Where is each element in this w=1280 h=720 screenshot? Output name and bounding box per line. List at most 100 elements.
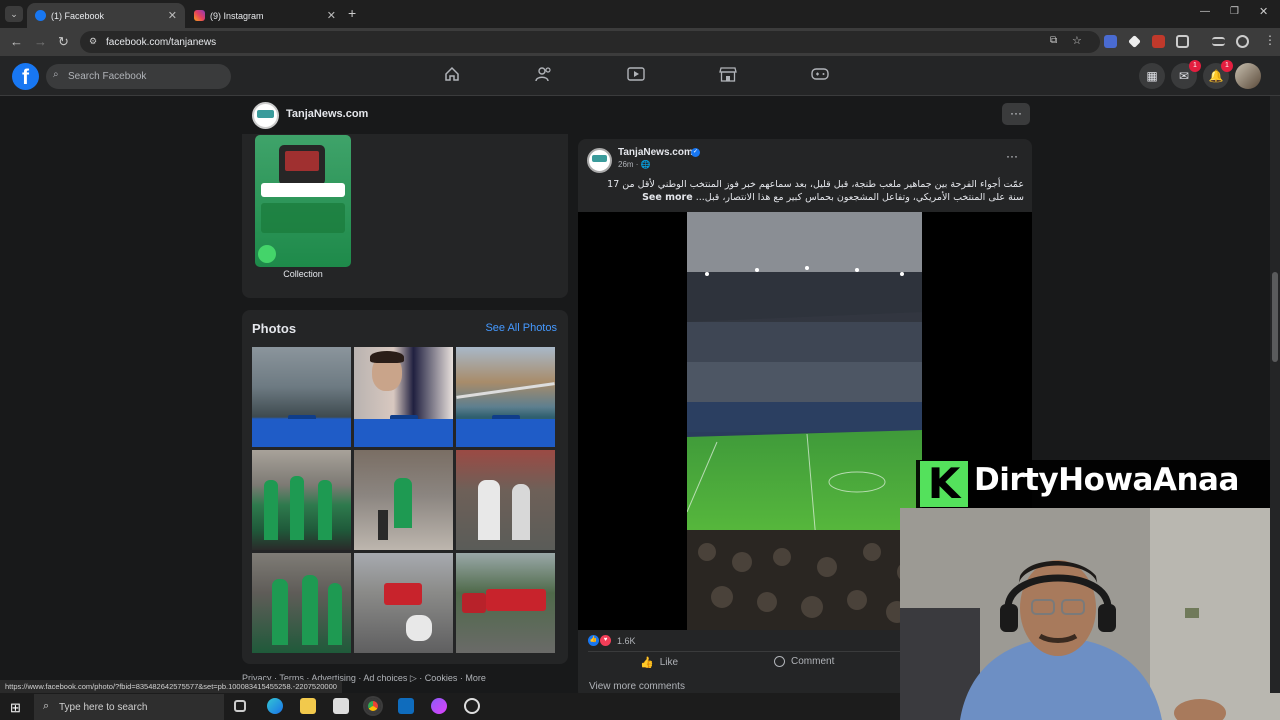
comment-icon bbox=[774, 656, 785, 667]
whatsapp-icon bbox=[258, 245, 276, 263]
page-name[interactable]: TanjaNews.com bbox=[286, 108, 368, 120]
search-placeholder: Search Facebook bbox=[68, 71, 147, 82]
photo-thumbnail[interactable] bbox=[252, 347, 351, 447]
post-author-avatar[interactable] bbox=[587, 148, 612, 173]
post-options-icon[interactable]: ··· bbox=[1006, 149, 1018, 163]
browser-tab-bar: ⌄ (1) Facebook ✕ (9) Instagram ✕ + — ❐ ✕ bbox=[0, 0, 1280, 28]
post-author-name[interactable]: TanjaNews.com bbox=[618, 147, 693, 158]
comment-button[interactable]: Comment bbox=[774, 656, 834, 667]
tab-title: (9) Instagram bbox=[210, 10, 264, 21]
photo-thumbnail[interactable] bbox=[354, 450, 453, 550]
taskbar-search-placeholder: Type here to search bbox=[59, 701, 148, 713]
messenger-button[interactable]: ✉ 1 bbox=[1171, 60, 1201, 89]
notifications-badge: 1 bbox=[1221, 60, 1233, 72]
photo-thumbnail[interactable] bbox=[456, 450, 555, 550]
profile-icon[interactable] bbox=[1236, 35, 1249, 48]
kick-logo: K bbox=[920, 461, 968, 507]
home-icon[interactable] bbox=[442, 66, 462, 86]
reload-button[interactable]: ↻ bbox=[58, 34, 69, 50]
page-more-button[interactable]: ··· bbox=[1002, 103, 1030, 125]
photo-thumbnail[interactable] bbox=[456, 347, 555, 447]
tab-title: (1) Facebook bbox=[51, 10, 105, 21]
see-all-photos-link[interactable]: See All Photos bbox=[485, 322, 557, 334]
page-sticky-header: TanjaNews.com ··· bbox=[242, 96, 1038, 134]
browser-toolbar: ← → ↻ ⚙ facebook.com/tanjanews ⧉ ☆ ⋮ bbox=[0, 28, 1280, 56]
page-logo[interactable] bbox=[252, 102, 279, 129]
app-icon[interactable] bbox=[431, 698, 447, 714]
like-reaction-icon: 👍 bbox=[588, 635, 599, 646]
install-icon[interactable]: ⧉ bbox=[1050, 35, 1057, 46]
status-bar-url: https://www.facebook.com/photo/?fbid=835… bbox=[0, 680, 342, 693]
see-more-link[interactable]: See more bbox=[642, 192, 693, 203]
reactions-summary[interactable]: 👍 ♥ 1.6K bbox=[588, 635, 636, 646]
messenger-icon: ✉ bbox=[1178, 69, 1190, 83]
gaming-icon[interactable] bbox=[810, 66, 830, 86]
close-tab-icon[interactable]: ✕ bbox=[168, 9, 177, 22]
watch-icon[interactable] bbox=[626, 66, 646, 86]
windows-start-icon[interactable]: ⊞ bbox=[10, 700, 21, 716]
translate-extension-icon[interactable] bbox=[1104, 35, 1117, 48]
search-input[interactable]: ⌕ Search Facebook bbox=[46, 64, 231, 89]
edge-icon[interactable] bbox=[267, 698, 283, 714]
url-text: facebook.com/tanjanews bbox=[106, 36, 217, 48]
channel-name: DirtyHowaAnaa bbox=[974, 462, 1239, 498]
site-info-icon[interactable]: ⚙ bbox=[89, 36, 97, 47]
search-icon: ⌕ bbox=[53, 69, 59, 80]
tab-instagram[interactable]: (9) Instagram ✕ bbox=[186, 3, 344, 28]
minimize-button[interactable]: — bbox=[1200, 6, 1210, 17]
post-timestamp[interactable]: 26m · 🌐 bbox=[618, 160, 651, 169]
extension-icon[interactable] bbox=[1152, 35, 1165, 48]
marketplace-icon[interactable] bbox=[718, 66, 738, 86]
address-bar[interactable]: ⚙ facebook.com/tanjanews ⧉ ☆ bbox=[80, 31, 1100, 53]
stadium-image bbox=[687, 212, 922, 630]
windows-taskbar: ⊞ ⌕ Type here to search bbox=[0, 693, 900, 720]
obs-icon[interactable] bbox=[464, 698, 480, 714]
photo-caption bbox=[456, 419, 555, 447]
photo-thumbnail[interactable] bbox=[456, 553, 555, 653]
tab-facebook[interactable]: (1) Facebook ✕ bbox=[27, 3, 185, 28]
collection-label[interactable]: Collection bbox=[255, 269, 351, 279]
outlook-icon[interactable] bbox=[398, 698, 414, 714]
photo-caption bbox=[252, 419, 351, 447]
chrome-icon[interactable] bbox=[365, 698, 381, 714]
facebook-icon bbox=[35, 10, 46, 21]
file-explorer-icon[interactable] bbox=[300, 698, 316, 714]
facebook-logo[interactable]: f bbox=[12, 63, 39, 90]
instagram-icon bbox=[194, 10, 205, 21]
close-tab-icon[interactable]: ✕ bbox=[327, 9, 336, 22]
view-more-comments-link[interactable]: View more comments bbox=[589, 681, 685, 692]
page-scrollbar-track[interactable] bbox=[1270, 96, 1280, 693]
friends-icon[interactable] bbox=[534, 66, 554, 86]
back-button[interactable]: ← bbox=[10, 34, 23, 49]
verified-badge-icon: ✓ bbox=[691, 148, 700, 157]
photo-thumbnail[interactable] bbox=[252, 553, 351, 653]
collection-card: Collection bbox=[242, 134, 568, 298]
store-icon[interactable] bbox=[333, 698, 349, 714]
page-scrollbar-thumb[interactable] bbox=[1272, 272, 1278, 362]
tab-search-dropdown[interactable]: ⌄ bbox=[5, 6, 23, 22]
collection-thumbnail[interactable] bbox=[255, 135, 351, 267]
taskbar-search-input[interactable]: ⌕ Type here to search bbox=[34, 694, 224, 720]
reactions-count: 1.6K bbox=[617, 635, 636, 646]
browser-menu-icon[interactable]: ⋮ bbox=[1264, 33, 1276, 47]
messenger-badge: 1 bbox=[1189, 60, 1201, 72]
photo-thumbnail[interactable] bbox=[354, 347, 453, 447]
extension-icon[interactable] bbox=[1128, 35, 1141, 48]
photos-title[interactable]: Photos bbox=[252, 321, 296, 336]
task-view-icon[interactable] bbox=[234, 700, 246, 712]
like-button[interactable]: 👍 Like bbox=[640, 656, 678, 669]
extensions-puzzle-icon[interactable] bbox=[1176, 35, 1189, 48]
new-tab-button[interactable]: + bbox=[348, 5, 356, 21]
photo-thumbnail[interactable] bbox=[252, 450, 351, 550]
photo-thumbnail[interactable] bbox=[354, 553, 453, 653]
forward-button[interactable]: → bbox=[34, 34, 47, 49]
close-window-button[interactable]: ✕ bbox=[1259, 5, 1268, 18]
restore-button[interactable]: ❐ bbox=[1230, 6, 1239, 17]
bookmark-star-icon[interactable]: ☆ bbox=[1072, 34, 1082, 47]
notifications-button[interactable]: 🔔 1 bbox=[1203, 60, 1233, 89]
phone-image bbox=[279, 145, 325, 185]
like-icon: 👍 bbox=[640, 657, 654, 669]
apps-menu-button[interactable]: ▦ bbox=[1139, 63, 1165, 89]
account-avatar[interactable] bbox=[1235, 63, 1261, 89]
reading-list-icon[interactable] bbox=[1212, 37, 1225, 46]
